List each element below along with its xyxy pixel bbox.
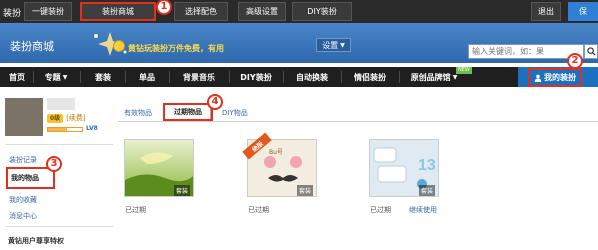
nav-original-brand-label: 原创品牌馆	[410, 72, 451, 82]
advanced-settings-button[interactable]: 高级设置	[238, 2, 286, 21]
item-tag: 套装	[419, 185, 436, 196]
sidebar-item-my-items[interactable]: 我的物品	[6, 167, 55, 189]
banner-promo-text: 黄钻玩装扮万件免费，有用	[128, 44, 224, 53]
new-badge: NEW	[456, 67, 472, 74]
tab-diy-items[interactable]: DIY物品	[222, 108, 248, 118]
sidebar-item-my-favorites[interactable]: 我的收藏	[9, 195, 37, 205]
continue-use-link[interactable]: 继续使用	[409, 205, 437, 215]
nav-divider	[169, 71, 170, 83]
my-dressup-button[interactable]: 我的装扮	[528, 68, 582, 87]
search-input[interactable]	[468, 44, 584, 59]
vip-privilege-title: 黄钻用户尊享特权	[8, 237, 64, 245]
diy-dressup-button[interactable]: DIY装扮	[292, 2, 352, 21]
item-title: Bu号	[269, 149, 283, 156]
nav-divider	[125, 71, 126, 83]
nav-single-items[interactable]: 单品	[128, 67, 166, 87]
level-label: LV8	[86, 125, 98, 132]
divider	[5, 226, 113, 227]
callout-4: 4	[207, 94, 223, 110]
choose-color-button[interactable]: 选择配色	[174, 2, 228, 21]
nav-divider	[33, 71, 34, 83]
nav-divider	[341, 71, 342, 83]
nav-divider	[80, 71, 81, 83]
my-dressup-label: 我的装扮	[544, 73, 576, 82]
nav-suits[interactable]: 套装	[84, 67, 122, 87]
chevron-down-icon: ▼	[62, 73, 68, 81]
sidebar-item-message-center[interactable]: 消息中心	[9, 211, 37, 221]
nav-divider	[229, 71, 230, 83]
level-progress-bar	[47, 127, 83, 132]
sidebar-item-dressup-record[interactable]: 装扮记录	[9, 155, 37, 165]
nav-divider	[399, 71, 400, 83]
item-status: 已过期	[125, 206, 146, 214]
renew-link[interactable]: [续费]	[66, 113, 85, 123]
search-icon	[586, 47, 596, 56]
toolbar-left-label: 装扮	[3, 9, 22, 19]
dressup-mall-button[interactable]: 装扮商城	[80, 2, 156, 21]
exit-button[interactable]: 退出	[531, 2, 561, 21]
save-button[interactable]: 保	[568, 2, 598, 21]
user-icon	[534, 74, 542, 82]
vip-row: 0级 [续费]	[47, 113, 86, 123]
settings-dropdown[interactable]: 设置 ▼	[316, 38, 351, 52]
nav-diy[interactable]: DIY装扮	[232, 67, 280, 87]
divider	[5, 144, 113, 145]
brand-title: 装扮商城	[10, 40, 54, 53]
callout-2: 2	[567, 53, 583, 69]
nav-divider	[283, 71, 284, 83]
search-button[interactable]	[584, 44, 598, 59]
dressup-mall-label: 装扮商城	[102, 7, 134, 16]
settings-label: 设置	[322, 40, 339, 50]
tab-expired-label: 过期物品	[174, 108, 202, 116]
tab-expired-highlight[interactable]: 过期物品	[163, 103, 213, 121]
nav-topics-label: 专题	[44, 72, 61, 82]
callout-3: 3	[46, 156, 62, 172]
tab-underline	[118, 121, 598, 122]
nickname-placeholder	[47, 98, 75, 110]
nav-auto-change[interactable]: 自动换装	[286, 67, 338, 87]
one-click-dressup-button[interactable]: 一键装扮	[24, 2, 72, 21]
svg-text:13: 13	[418, 157, 436, 174]
level-progress-fill	[48, 128, 67, 131]
item-tag: 套装	[297, 185, 314, 196]
chevron-down-icon: ▼	[452, 73, 458, 81]
nav-topics[interactable]: 专题 ▼	[36, 67, 76, 87]
nav-bg-music[interactable]: 背景音乐	[172, 67, 226, 87]
nav-home[interactable]: 首页	[4, 67, 30, 87]
chevron-down-icon: ▼	[340, 41, 345, 49]
sidebar-item-label: 我的物品	[11, 174, 39, 182]
yellow-diamond-icon	[113, 40, 125, 52]
tab-valid-items[interactable]: 有效物品	[124, 108, 152, 118]
item-status: 已过期	[248, 206, 269, 214]
vip-badge: 0级	[47, 113, 64, 123]
item-status: 已过期	[370, 206, 391, 214]
avatar[interactable]	[5, 98, 43, 136]
item-tag: 套装	[174, 185, 191, 196]
nav-couple[interactable]: 情侣装扮	[344, 67, 396, 87]
